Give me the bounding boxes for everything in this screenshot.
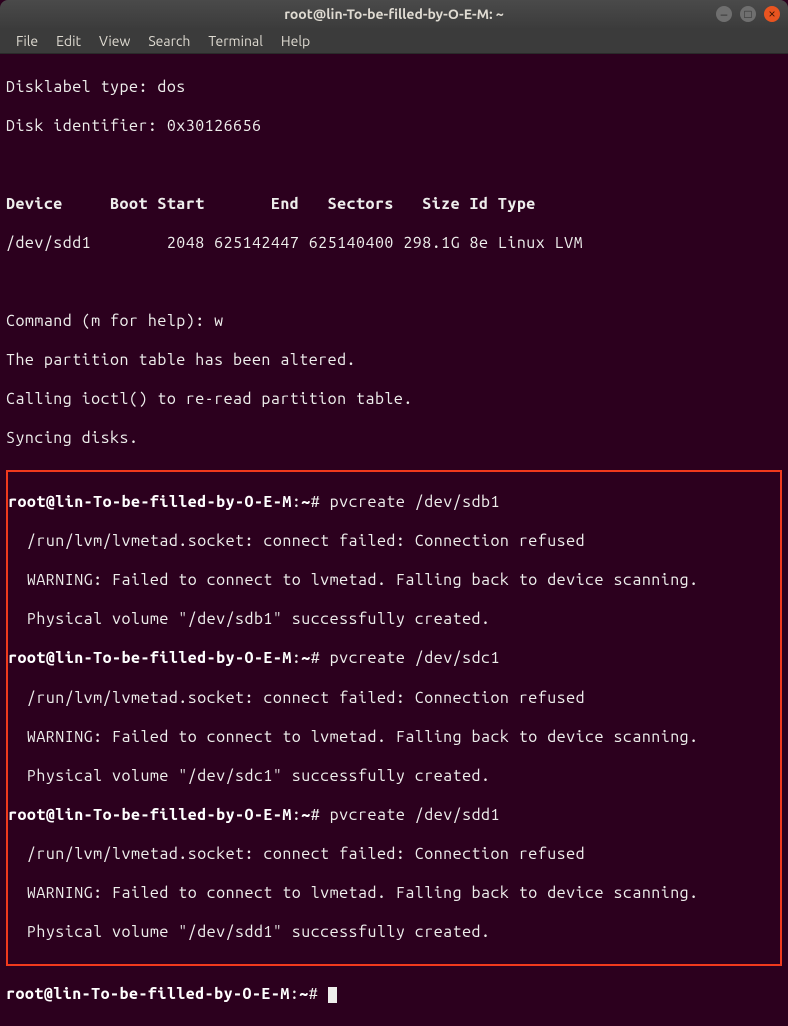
output-line: WARNING: Failed to connect to lvmetad. F…: [8, 728, 780, 748]
command-text: pvcreate /dev/sdc1: [330, 649, 500, 667]
output-line: Physical volume "/dev/sdc1" successfully…: [8, 767, 780, 787]
cursor: [328, 987, 337, 1003]
partition-header: Device Boot Start End Sectors Size Id Ty…: [6, 195, 782, 215]
prompt-line: root@lin-To-be-filled-by-O-E-M:~# pvcrea…: [8, 806, 780, 826]
menubar: File Edit View Search Terminal Help: [0, 28, 788, 54]
command-text: pvcreate /dev/sdd1: [330, 806, 500, 824]
prompt-path: ~: [301, 493, 310, 511]
prompt-line: root@lin-To-be-filled-by-O-E-M:~#: [6, 985, 782, 1005]
line-disklabel: Disklabel type: dos: [6, 78, 782, 98]
terminal-output[interactable]: Disklabel type: dos Disk identifier: 0x3…: [0, 54, 788, 1026]
menu-terminal[interactable]: Terminal: [200, 31, 271, 51]
prompt-user: root@lin-To-be-filled-by-O-E-M: [8, 493, 292, 511]
output-line: /run/lvm/lvmetad.socket: connect failed:…: [8, 689, 780, 709]
blank-line: [6, 156, 782, 176]
prompt-user: root@lin-To-be-filled-by-O-E-M: [6, 985, 290, 1003]
line-altered: The partition table has been altered.: [6, 351, 782, 371]
prompt-path: ~: [301, 649, 310, 667]
command-text: pvcreate /dev/sdb1: [330, 493, 500, 511]
minimize-button[interactable]: –: [716, 6, 732, 22]
menu-view[interactable]: View: [91, 31, 138, 51]
line-diskid: Disk identifier: 0x30126656: [6, 117, 782, 137]
output-line: WARNING: Failed to connect to lvmetad. F…: [8, 571, 780, 591]
line-sync: Syncing disks.: [6, 429, 782, 449]
close-button[interactable]: ×: [764, 6, 780, 22]
menu-search[interactable]: Search: [140, 31, 198, 51]
menu-help[interactable]: Help: [273, 31, 318, 51]
menu-file[interactable]: File: [8, 31, 46, 51]
prompt-user: root@lin-To-be-filled-by-O-E-M: [8, 649, 292, 667]
blank-line: [6, 273, 782, 293]
prompt-path: ~: [299, 985, 308, 1003]
line-ioctl: Calling ioctl() to re-read partition tab…: [6, 390, 782, 410]
output-line: /run/lvm/lvmetad.socket: connect failed:…: [8, 532, 780, 552]
prompt-user: root@lin-To-be-filled-by-O-E-M: [8, 806, 292, 824]
highlight-box: root@lin-To-be-filled-by-O-E-M:~# pvcrea…: [6, 470, 782, 966]
prompt-line: root@lin-To-be-filled-by-O-E-M:~# pvcrea…: [8, 649, 780, 669]
line-cmd-w: Command (m for help): w: [6, 312, 782, 332]
output-line: /run/lvm/lvmetad.socket: connect failed:…: [8, 845, 780, 865]
menu-edit[interactable]: Edit: [48, 31, 89, 51]
titlebar: root@lin-To-be-filled-by-O-E-M: ~ – □ ×: [0, 0, 788, 28]
output-line: Physical volume "/dev/sdb1" successfully…: [8, 610, 780, 630]
partition-row: /dev/sdd1 2048 625142447 625140400 298.1…: [6, 234, 782, 254]
prompt-path: ~: [301, 806, 310, 824]
prompt-line: root@lin-To-be-filled-by-O-E-M:~# pvcrea…: [8, 493, 780, 513]
output-line: WARNING: Failed to connect to lvmetad. F…: [8, 884, 780, 904]
output-line: Physical volume "/dev/sdd1" successfully…: [8, 923, 780, 943]
window-controls: – □ ×: [716, 6, 780, 22]
window-title: root@lin-To-be-filled-by-O-E-M: ~: [284, 6, 504, 22]
maximize-button[interactable]: □: [740, 6, 756, 22]
